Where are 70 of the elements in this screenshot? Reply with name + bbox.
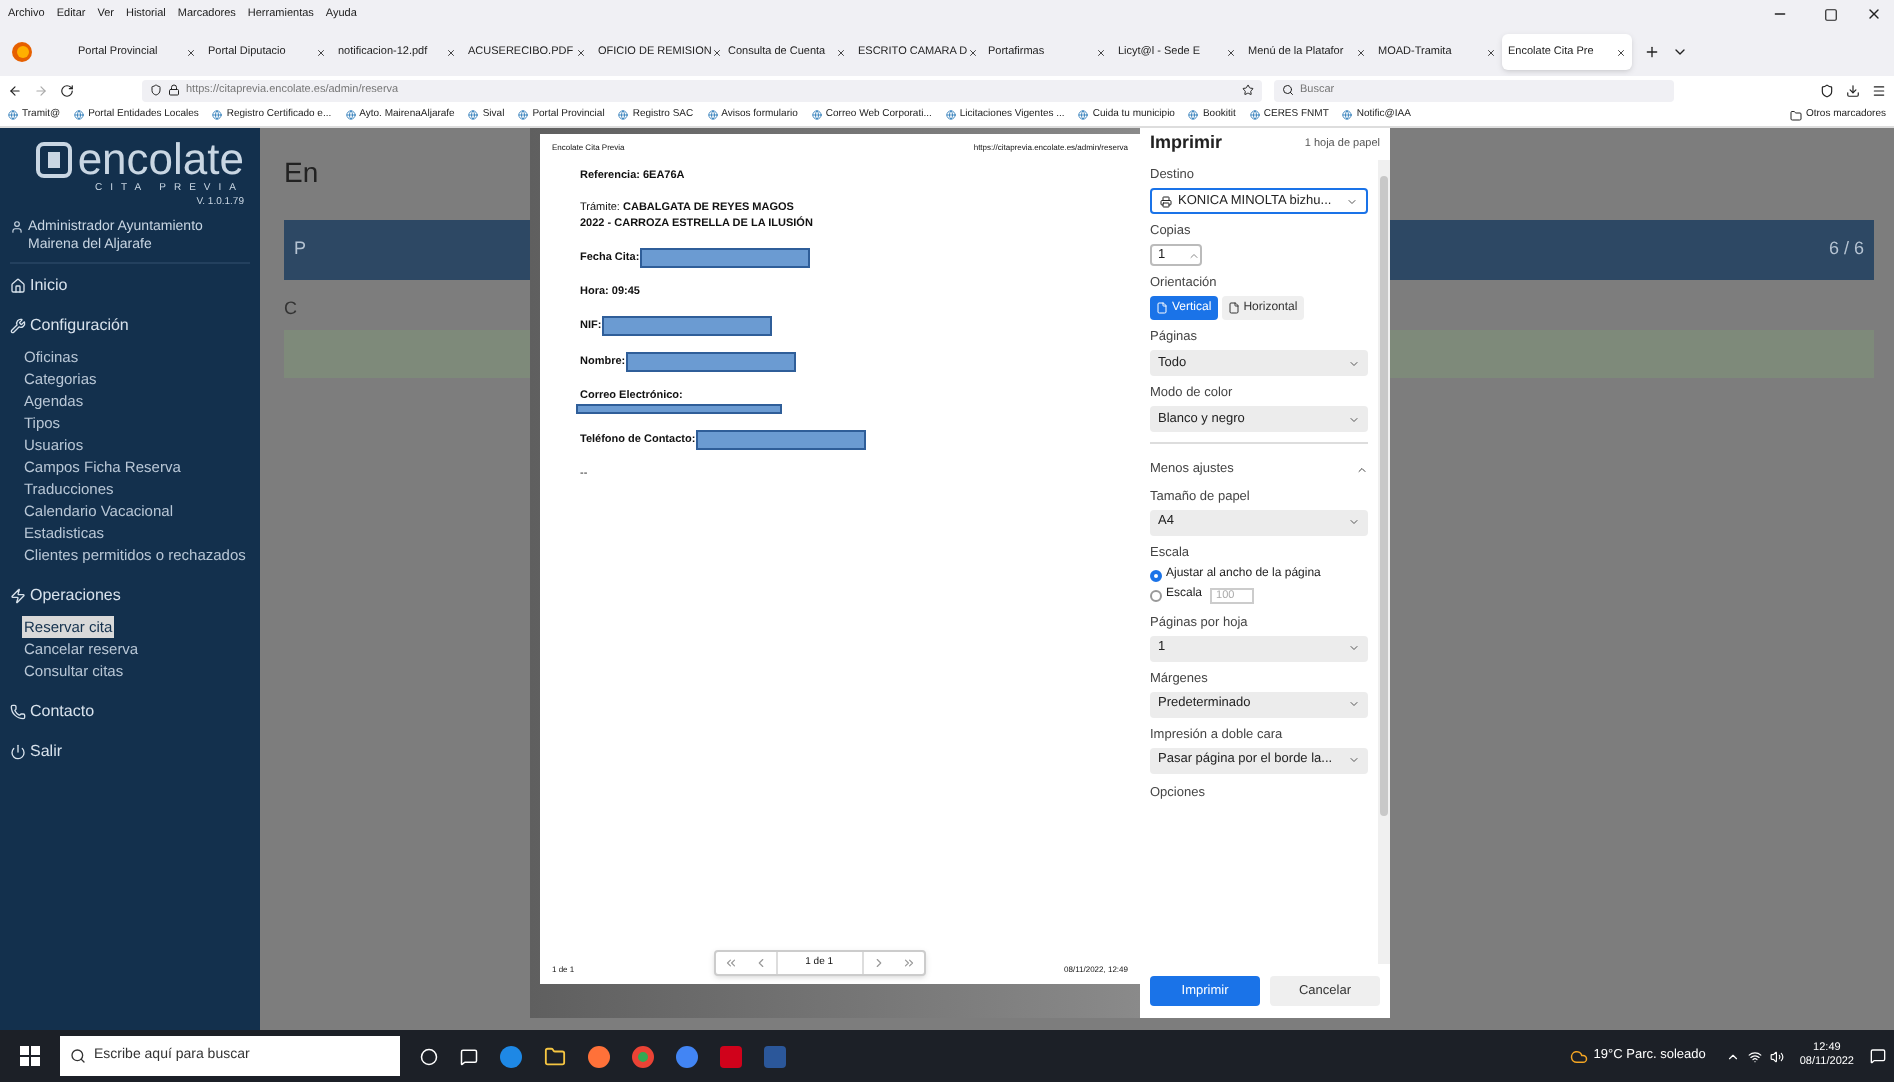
nav-item[interactable]: Contacto <box>10 702 250 722</box>
search-icon <box>70 1048 86 1064</box>
user-icon <box>10 220 24 234</box>
new-tab-icon[interactable] <box>1644 44 1660 60</box>
lightning-icon <box>10 588 26 604</box>
panel-title: P <box>294 236 307 263</box>
power-icon <box>10 744 26 760</box>
step-counter: 6 / 6 <box>1828 236 1864 263</box>
printer-icon <box>1160 195 1172 207</box>
nav-item[interactable]: Salir <box>10 742 250 762</box>
chevron-up-icon <box>1356 463 1368 476</box>
chevron-down-icon <box>1348 516 1360 529</box>
nav-item[interactable]: Inicio <box>10 276 250 296</box>
nav-item[interactable]: Configuración <box>10 316 250 336</box>
previous-page-icon[interactable] <box>753 956 768 970</box>
chevron-down-icon <box>1348 413 1360 425</box>
globe-icon <box>345 110 356 120</box>
chevron-down-icon <box>1346 195 1358 207</box>
restore-icon[interactable] <box>1824 7 1838 21</box>
chevron-down-icon <box>1348 698 1360 711</box>
folder-icon <box>1789 109 1802 121</box>
globe-icon <box>1249 110 1260 120</box>
tab-list-icon[interactable] <box>1672 44 1688 60</box>
logo-icon <box>35 142 72 178</box>
chevron-down-icon <box>1348 642 1360 655</box>
volume-icon[interactable] <box>1769 1049 1784 1063</box>
next-page-icon[interactable] <box>871 956 886 970</box>
browser-logo-icon[interactable] <box>12 42 32 62</box>
chevron-down-icon <box>1348 357 1360 369</box>
bookmark-star-icon[interactable] <box>1242 84 1254 96</box>
radio-button[interactable] <box>1150 589 1162 602</box>
network-icon[interactable] <box>1747 1049 1762 1063</box>
reload-icon[interactable] <box>60 83 74 97</box>
weather-icon[interactable] <box>1569 1047 1588 1065</box>
page-icon <box>1156 302 1168 314</box>
panel-title: Imprimir <box>1150 130 1223 157</box>
home-icon <box>10 278 26 294</box>
globe-icon <box>1078 110 1089 120</box>
globe-icon <box>468 110 479 120</box>
phone-icon <box>10 704 26 720</box>
globe-icon <box>1342 110 1353 120</box>
close-icon[interactable] <box>1866 6 1882 22</box>
globe-icon <box>945 110 956 120</box>
globe-icon <box>707 110 718 120</box>
lock-icon <box>168 84 180 96</box>
globe-icon <box>212 110 223 120</box>
radio-button[interactable] <box>1150 569 1162 582</box>
menu-icon[interactable] <box>1872 83 1886 97</box>
wrench-icon <box>10 318 26 334</box>
globe-icon <box>518 110 529 120</box>
page-icon <box>1227 302 1240 314</box>
shield-icon <box>150 84 162 96</box>
globe-icon <box>8 110 18 120</box>
search-icon <box>1282 84 1294 96</box>
back-icon[interactable] <box>8 83 22 97</box>
chevron-down-icon <box>1348 754 1360 767</box>
section-title: C <box>284 296 297 322</box>
notifications-icon[interactable] <box>1870 1048 1886 1064</box>
globe-icon <box>1188 110 1199 120</box>
logo-text: encolate <box>77 140 244 180</box>
page-heading: En <box>284 156 319 188</box>
tray-expand-icon[interactable] <box>1725 1049 1740 1063</box>
nav-item[interactable]: Operaciones <box>10 586 250 606</box>
windows-logo-icon[interactable] <box>20 1046 40 1066</box>
folder-icon[interactable] <box>544 1045 566 1067</box>
globe-icon <box>618 110 629 120</box>
globe-icon <box>811 110 822 120</box>
scrollbar[interactable] <box>1378 160 1390 964</box>
globe-icon <box>74 110 85 120</box>
download-icon[interactable] <box>1846 83 1860 97</box>
